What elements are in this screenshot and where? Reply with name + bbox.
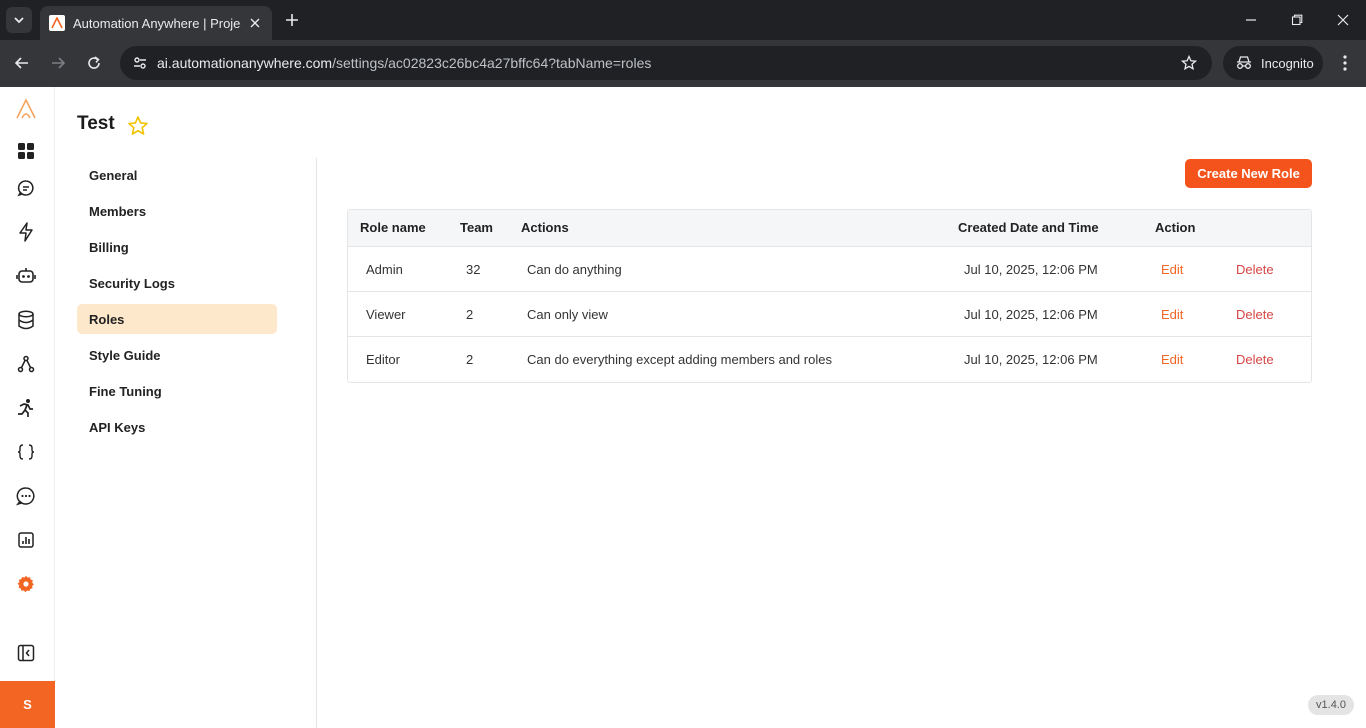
new-tab-button[interactable]: [282, 10, 302, 30]
address-bar[interactable]: ai.automationanywhere.com/settings/ac028…: [120, 46, 1212, 80]
table-row: Editor 2 Can do everything except adding…: [348, 337, 1311, 382]
header-created: Created Date and Time: [958, 220, 1099, 235]
arrow-left-icon: [14, 57, 28, 69]
edit-role-button[interactable]: Edit: [1161, 262, 1183, 277]
cell-team: 2: [466, 352, 474, 367]
cell-created: Jul 10, 2025, 12:06 PM: [964, 262, 1098, 277]
code-braces-icon[interactable]: [14, 440, 38, 464]
cell-team: 2: [466, 307, 474, 322]
table-row: Viewer 2 Can only view Jul 10, 2025, 12:…: [348, 292, 1311, 337]
app-favicon-icon: [49, 15, 65, 31]
delete-role-button[interactable]: Delete: [1236, 352, 1274, 367]
delete-role-button[interactable]: Delete: [1236, 262, 1274, 277]
minimize-icon: [1246, 19, 1256, 21]
user-avatar[interactable]: S: [0, 681, 55, 728]
reload-icon: [88, 56, 100, 69]
cell-role-name: Viewer: [366, 307, 406, 322]
favorite-star-icon[interactable]: [127, 115, 149, 137]
bookmark-button[interactable]: [1178, 52, 1200, 74]
url-text: ai.automationanywhere.com/settings/ac028…: [157, 55, 651, 71]
settings-nav-billing[interactable]: Billing: [77, 232, 277, 262]
url-host: ai.automationanywhere.com: [157, 55, 333, 71]
browser-menu-button[interactable]: [1333, 51, 1357, 75]
cell-actions: Can do everything except adding members …: [527, 352, 832, 367]
close-icon: [250, 18, 260, 28]
settings-nav-roles[interactable]: Roles: [77, 304, 277, 334]
browser-tab[interactable]: Automation Anywhere | Project: [40, 6, 272, 40]
settings-nav-general[interactable]: General: [77, 160, 277, 190]
forward-button[interactable]: [46, 51, 70, 75]
cell-created: Jul 10, 2025, 12:06 PM: [964, 352, 1098, 367]
site-info-button[interactable]: [128, 51, 152, 75]
version-badge: v1.4.0: [1308, 695, 1354, 715]
restore-button[interactable]: [1284, 8, 1310, 32]
settings-gear-icon[interactable]: [14, 572, 38, 596]
incognito-label: Incognito: [1261, 55, 1314, 71]
star-outline-icon: [1181, 55, 1197, 71]
settings-nav-members[interactable]: Members: [77, 196, 277, 226]
app-logo-icon[interactable]: [14, 97, 38, 121]
edit-role-button[interactable]: Edit: [1161, 352, 1183, 367]
table-header: Role name Team Actions Created Date and …: [348, 210, 1311, 247]
header-team: Team: [460, 220, 493, 235]
page-title: Test: [77, 113, 115, 134]
tune-icon: [134, 57, 146, 69]
arrow-right-icon: [52, 57, 66, 69]
chat-icon[interactable]: [14, 176, 38, 200]
collapse-sidebar-icon[interactable]: [14, 641, 38, 665]
cell-actions: Can only view: [527, 307, 608, 322]
robot-icon[interactable]: [14, 264, 38, 288]
incognito-icon: [1237, 56, 1251, 69]
url-path: /settings/ac02823c26bc4a27bffc64?tabName…: [332, 55, 652, 71]
tab-title: Automation Anywhere | Project: [73, 15, 241, 31]
database-icon[interactable]: [14, 308, 38, 332]
workflow-icon[interactable]: [14, 352, 38, 376]
running-person-icon[interactable]: [14, 396, 38, 420]
back-button[interactable]: [10, 51, 34, 75]
tab-close-button[interactable]: [246, 14, 264, 32]
reload-button[interactable]: [82, 51, 106, 75]
incognito-badge[interactable]: Incognito: [1223, 46, 1323, 80]
minimize-button[interactable]: [1238, 8, 1264, 32]
dashboard-icon[interactable]: [14, 139, 38, 163]
message-dots-icon[interactable]: [14, 484, 38, 508]
cell-role-name: Admin: [366, 262, 403, 277]
browser-toolbar: ai.automationanywhere.com/settings/ac028…: [0, 40, 1366, 87]
divider: [316, 158, 317, 728]
cell-created: Jul 10, 2025, 12:06 PM: [964, 307, 1098, 322]
roles-table: Role name Team Actions Created Date and …: [347, 209, 1312, 383]
cell-team: 32: [466, 262, 481, 277]
chevron-down-icon: [14, 17, 24, 24]
cell-actions: Can do anything: [527, 262, 622, 277]
settings-nav-fine-tuning[interactable]: Fine Tuning: [77, 376, 277, 406]
create-new-role-button[interactable]: Create New Role: [1185, 159, 1312, 188]
report-chart-icon[interactable]: [14, 528, 38, 552]
cell-role-name: Editor: [366, 352, 400, 367]
close-icon: [1337, 14, 1349, 26]
settings-nav-api-keys[interactable]: API Keys: [77, 412, 277, 442]
settings-nav-security-logs[interactable]: Security Logs: [77, 268, 277, 298]
edit-role-button[interactable]: Edit: [1161, 307, 1183, 322]
close-window-button[interactable]: [1330, 8, 1356, 32]
restore-icon: [1291, 14, 1303, 26]
header-action: Action: [1155, 220, 1196, 235]
browser-tabbar: Automation Anywhere | Project: [0, 0, 1366, 40]
lightning-icon[interactable]: [14, 220, 38, 244]
table-row: Admin 32 Can do anything Jul 10, 2025, 1…: [348, 247, 1311, 292]
tab-search-button[interactable]: [6, 7, 32, 33]
settings-nav: General Members Billing Security Logs Ro…: [77, 160, 277, 448]
app-sidebar-rail: [0, 87, 55, 728]
settings-nav-style-guide[interactable]: Style Guide: [77, 340, 277, 370]
more-vertical-icon: [1343, 55, 1347, 71]
delete-role-button[interactable]: Delete: [1236, 307, 1274, 322]
plus-icon: [286, 14, 298, 26]
header-actions: Actions: [521, 220, 569, 235]
header-role-name: Role name: [360, 220, 426, 235]
